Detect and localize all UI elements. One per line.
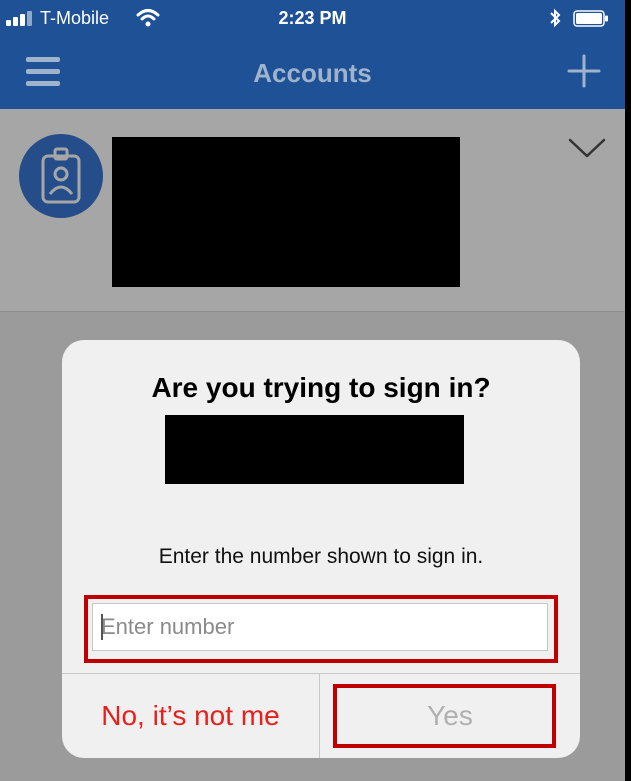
dialog-message: Enter the number shown to sign in. bbox=[158, 545, 484, 568]
chevron-down-icon[interactable] bbox=[568, 137, 606, 159]
sign-in-dialog: Are you trying to sign in? Enter the num… bbox=[62, 340, 580, 758]
add-icon[interactable] bbox=[566, 53, 602, 89]
redacted-account-name bbox=[112, 137, 460, 287]
deny-button[interactable]: No, it’s not me bbox=[62, 674, 319, 758]
dialog-title: Are you trying to sign in? bbox=[151, 372, 491, 403]
badge-avatar-icon bbox=[19, 134, 103, 218]
redacted-account-email bbox=[165, 415, 464, 484]
number-input[interactable] bbox=[92, 603, 548, 651]
clock-time: 2:23 PM bbox=[278, 8, 347, 28]
status-bar: T-Mobile 2:23 PM bbox=[0, 0, 625, 37]
screenshot-border bbox=[625, 0, 631, 781]
phone-screen: T-Mobile 2:23 PM Accounts Are you trying… bbox=[0, 0, 625, 781]
battery-icon bbox=[573, 10, 608, 27]
text-cursor bbox=[101, 614, 103, 640]
nav-bar: Accounts bbox=[0, 37, 625, 109]
approve-button-highlight bbox=[333, 684, 556, 748]
page-title: Accounts bbox=[253, 58, 372, 88]
account-list-item[interactable] bbox=[0, 109, 625, 312]
bluetooth-icon bbox=[550, 8, 561, 28]
